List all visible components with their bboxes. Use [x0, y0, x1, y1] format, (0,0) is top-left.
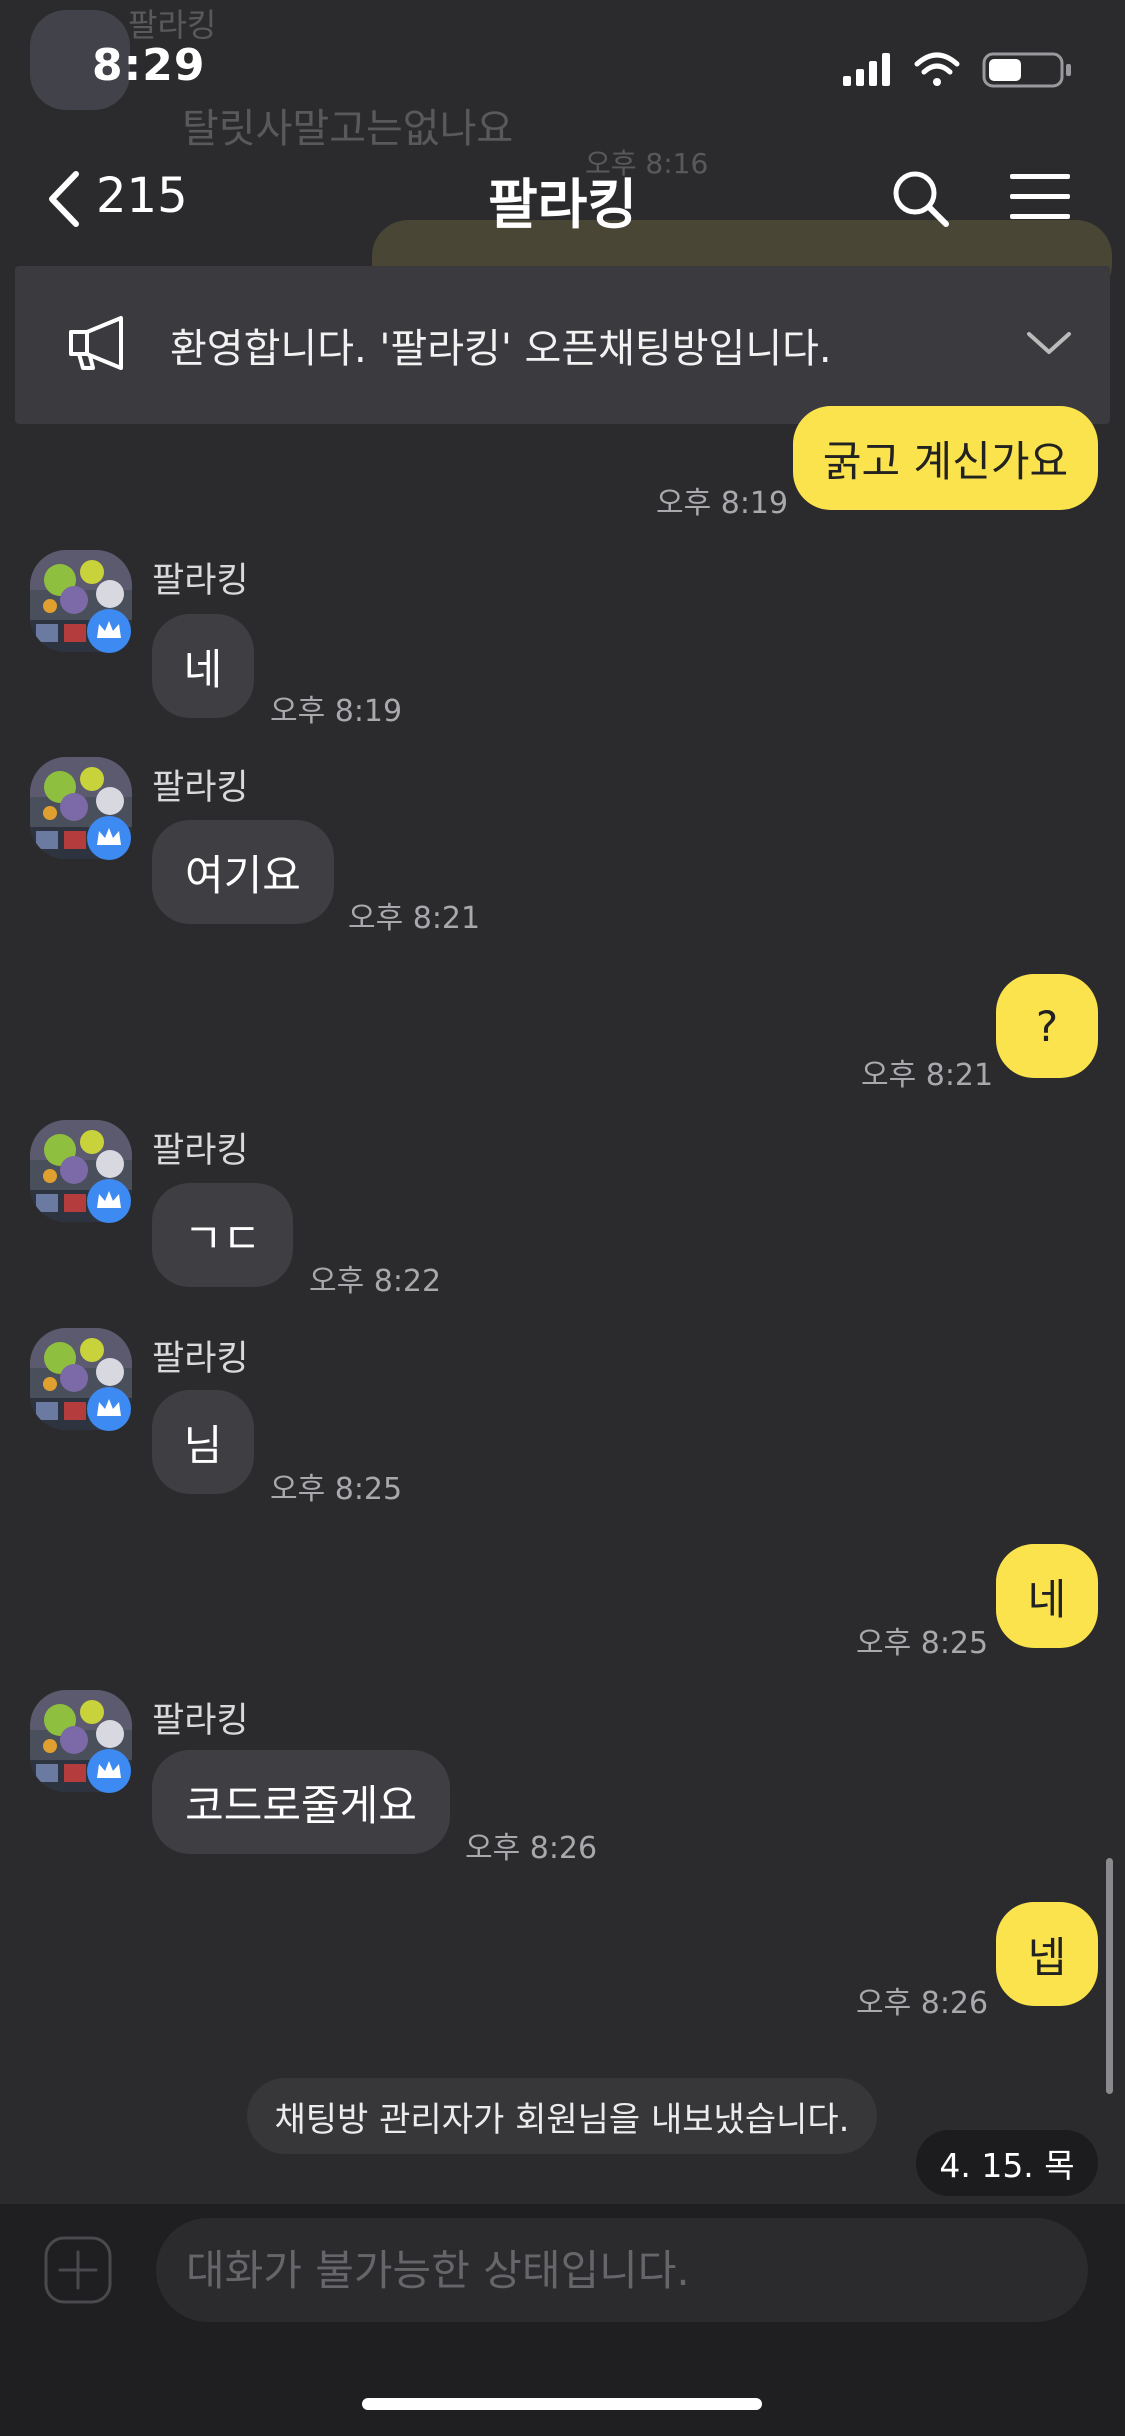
- ghost-message: 탈릿사말고는없나요: [182, 106, 514, 152]
- sender-name: 팔라킹: [152, 768, 249, 808]
- megaphone-icon: [69, 316, 123, 370]
- message-time: 오후 8:26: [465, 1831, 598, 1866]
- message-time: 오후 8:25: [270, 1472, 403, 1507]
- message-time: 오후 8:21: [861, 1058, 994, 1093]
- message-time: 오후 8:19: [656, 486, 789, 521]
- message-time: 오후 8:21: [348, 901, 481, 936]
- plus-icon[interactable]: [44, 2236, 112, 2304]
- notice-text: 환영합니다. '팔라킹' 오픈채팅방입니다.: [170, 326, 832, 372]
- scrollbar[interactable]: [1106, 1858, 1113, 2094]
- sender-name: 팔라킹: [152, 561, 249, 601]
- crown-badge-icon: [87, 1749, 131, 1793]
- other-message-bubble[interactable]: 네: [152, 614, 254, 718]
- crown-badge-icon: [87, 816, 131, 860]
- status-time: 8:29: [92, 40, 206, 91]
- date-pill: 4. 15. 목: [916, 2130, 1098, 2196]
- message-input[interactable]: [156, 2218, 1088, 2322]
- my-message-bubble[interactable]: 넵: [996, 1902, 1098, 2006]
- menu-icon[interactable]: [1010, 172, 1072, 222]
- status-icons: [843, 52, 1071, 88]
- message-time: 오후 8:19: [270, 694, 403, 729]
- crown-badge-icon: [87, 1179, 131, 1223]
- sender-name: 팔라킹: [152, 1701, 249, 1741]
- my-message-bubble[interactable]: ?: [996, 974, 1098, 1078]
- battery-icon: [982, 52, 1071, 88]
- sender-name: 팔라킹: [152, 1131, 249, 1171]
- crown-badge-icon: [87, 609, 131, 653]
- system-message: 채팅방 관리자가 회원님을 내보냈습니다.: [247, 2078, 877, 2154]
- wifi-icon: [914, 52, 960, 86]
- home-indicator[interactable]: [362, 2398, 762, 2410]
- search-icon[interactable]: [890, 168, 952, 230]
- notice-banner[interactable]: 환영합니다. '팔라킹' 오픈채팅방입니다.: [15, 266, 1110, 424]
- sender-name: 팔라킹: [152, 1339, 249, 1379]
- message-time: 오후 8:22: [309, 1264, 442, 1299]
- message-time: 오후 8:25: [856, 1626, 989, 1661]
- other-message-bubble[interactable]: 코드로줄게요: [152, 1750, 450, 1854]
- other-message-bubble[interactable]: 여기요: [152, 820, 334, 924]
- message-time: 오후 8:26: [856, 1986, 989, 2021]
- chat-title: 팔라킹: [487, 173, 638, 236]
- chevron-down-icon[interactable]: [1025, 328, 1073, 358]
- signal-icon: [843, 53, 890, 86]
- my-message-bubble[interactable]: 굵고 계신가요: [793, 406, 1098, 510]
- other-message-bubble[interactable]: ㄱㄷ: [152, 1183, 293, 1287]
- crown-badge-icon: [87, 1387, 131, 1431]
- other-message-bubble[interactable]: 님: [152, 1390, 254, 1494]
- my-message-bubble[interactable]: 네: [996, 1544, 1098, 1648]
